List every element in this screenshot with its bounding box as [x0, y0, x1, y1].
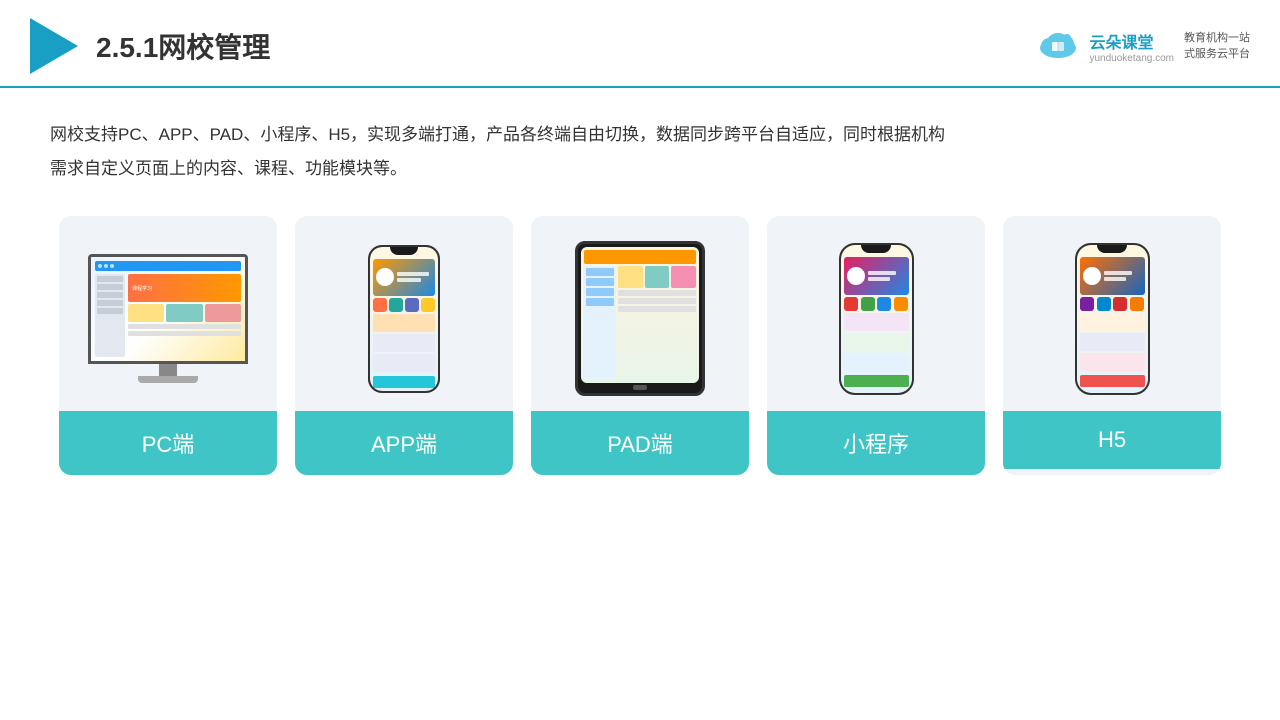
pad-label: PAD端 — [531, 411, 749, 475]
header-right: 云朵课堂 yunduoketang.com 教育机构一站式服务云平台 — [1035, 28, 1250, 64]
pc-monitor-icon: 课程学习 — [88, 254, 248, 383]
app-image-area — [295, 216, 513, 411]
brand-logo: 云朵课堂 yunduoketang.com — [1035, 28, 1174, 64]
h5-phone-icon — [1075, 243, 1150, 395]
monitor-screen: 课程学习 — [88, 254, 248, 364]
logo-triangle-icon — [30, 18, 78, 74]
pad-card: PAD端 — [531, 216, 749, 475]
tablet-screen — [581, 247, 699, 383]
pc-card: 课程学习 — [59, 216, 277, 475]
brand-url-text: yunduoketang.com — [1089, 53, 1174, 64]
h5-phone-notch — [1097, 245, 1127, 253]
main-content: 网校支持PC、APP、PAD、小程序、H5，实现多端打通，产品各终端自由切换，数… — [0, 88, 1280, 505]
h5-card: H5 — [1003, 216, 1221, 475]
header-left: 2.5.1网校管理 — [30, 18, 270, 74]
brand-slogan: 教育机构一站式服务云平台 — [1184, 30, 1250, 63]
app-phone-icon — [368, 245, 440, 393]
miniapp-image-area — [767, 216, 985, 411]
miniapp-phone-notch — [861, 245, 891, 253]
miniapp-phone-screen — [841, 245, 912, 393]
h5-image-area — [1003, 216, 1221, 411]
pc-label: PC端 — [59, 411, 277, 475]
phone-screen — [370, 247, 438, 391]
miniapp-card: 小程序 — [767, 216, 985, 475]
brand-text: 云朵课堂 yunduoketang.com — [1089, 29, 1174, 64]
miniapp-phone-icon — [839, 243, 914, 395]
brand-name-text: 云朵课堂 — [1089, 29, 1153, 53]
cards-container: 课程学习 — [50, 216, 1230, 475]
description-text: 网校支持PC、APP、PAD、小程序、H5，实现多端打通，产品各终端自由切换，数… — [50, 118, 1230, 186]
pad-tablet-icon — [575, 241, 705, 396]
pad-image-area — [531, 216, 749, 411]
pc-image-area: 课程学习 — [59, 216, 277, 411]
app-label: APP端 — [295, 411, 513, 475]
cloud-icon — [1035, 28, 1081, 64]
miniapp-label: 小程序 — [767, 411, 985, 475]
app-card: APP端 — [295, 216, 513, 475]
page-title: 2.5.1网校管理 — [96, 26, 270, 66]
h5-phone-screen — [1077, 245, 1148, 393]
h5-label: H5 — [1003, 411, 1221, 469]
phone-notch — [390, 247, 418, 255]
page-header: 2.5.1网校管理 云朵课堂 yunduoketang.com — [0, 0, 1280, 88]
